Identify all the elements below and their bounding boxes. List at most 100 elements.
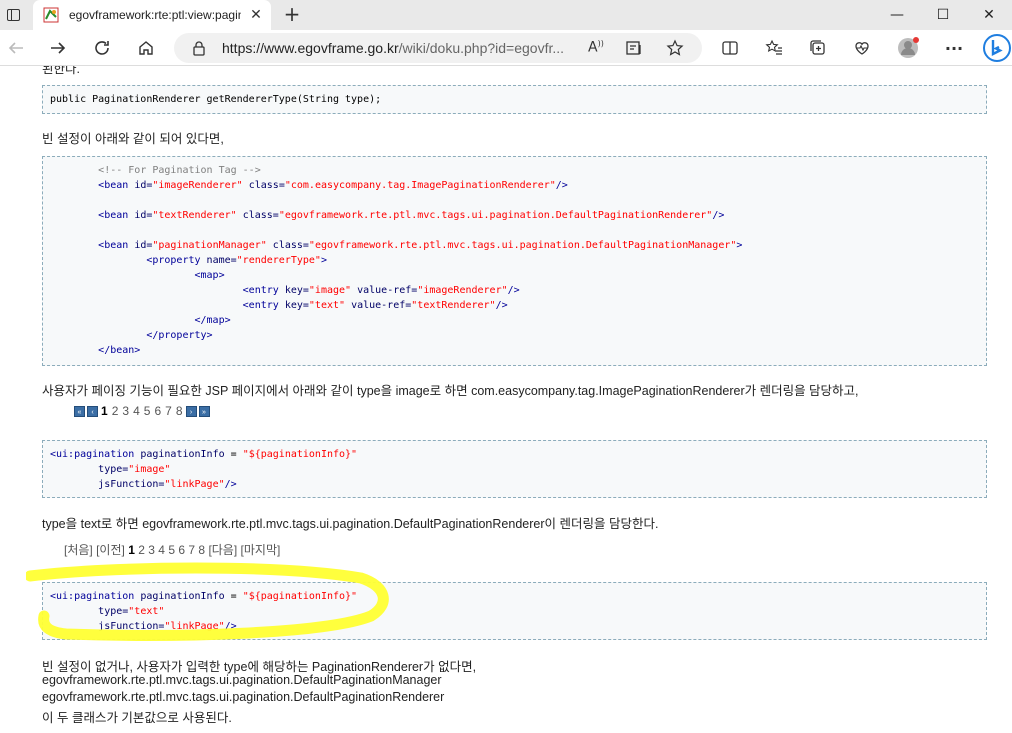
maximize-button[interactable]: ☐ [920, 0, 966, 30]
code-line: type="image" [50, 462, 979, 477]
code-string: "image" [128, 464, 171, 475]
code-eq: = [224, 449, 243, 460]
last-page-link[interactable]: [마지막] [241, 543, 281, 557]
first-page-button[interactable]: « [74, 405, 85, 417]
title-bar: egovframework:rte:ptl:view:pagin ✕ + — ☐… [0, 0, 1012, 30]
browser-tab[interactable]: egovframework:rte:ptl:view:pagin ✕ [33, 0, 271, 30]
page-link[interactable]: 8 [198, 543, 205, 557]
code-line: jsFunction="linkPage"/> [50, 477, 979, 492]
browser-essentials-icon[interactable] [848, 34, 876, 62]
prev-page-button[interactable]: ‹ [87, 405, 98, 417]
tab-title: egovframework:rte:ptl:view:pagin [69, 8, 241, 22]
code-attr: id= [134, 180, 153, 191]
code-tag: <ui:pagination [50, 591, 135, 602]
first-page-link[interactable]: [처음] [64, 543, 93, 557]
minimize-button[interactable]: — [874, 0, 920, 30]
new-tab-button[interactable]: + [280, 2, 304, 26]
profile-avatar[interactable] [894, 34, 922, 62]
page-link[interactable]: 2 [138, 543, 145, 557]
code-attr: jsFunction= [98, 479, 165, 490]
code-tag: /> [224, 479, 237, 490]
close-window-button[interactable]: ✕ [966, 0, 1012, 30]
favorite-star-icon[interactable] [666, 39, 684, 61]
code-attr: value-ref= [351, 300, 412, 311]
favorites-icon[interactable] [760, 34, 788, 62]
code-tag: <property [146, 255, 201, 266]
code-line: <!-- For Pagination Tag --> [50, 163, 979, 178]
site-favicon-icon [43, 7, 59, 23]
collections-icon[interactable] [804, 34, 832, 62]
paragraph-image-renderer: 사용자가 페이징 기능이 필요한 JSP 페이지에서 아래와 같이 type을 … [42, 384, 859, 398]
code-line: public PaginationRenderer getRendererTyp… [50, 94, 382, 105]
code-attr: jsFunction= [98, 621, 165, 632]
code-attr: class= [248, 180, 285, 191]
page-link[interactable]: 7 [165, 404, 172, 418]
code-line: <map> [50, 268, 979, 283]
code-block-image-pagination: <ui:pagination paginationInfo = "${pagin… [42, 440, 987, 498]
code-attr: class= [272, 240, 309, 251]
page-link[interactable]: 4 [158, 543, 165, 557]
page-link[interactable]: 4 [133, 404, 140, 418]
read-aloud-icon[interactable]: A)) [588, 39, 604, 56]
code-string: "linkPage" [164, 479, 225, 490]
code-tag: <bean [98, 210, 129, 221]
forward-icon[interactable] [44, 34, 72, 62]
tab-close-icon[interactable]: ✕ [247, 6, 265, 24]
code-string: "rendererType" [236, 255, 321, 266]
paragraph-default-line3: egovframework.rte.ptl.mvc.tags.ui.pagina… [42, 690, 445, 704]
home-icon[interactable] [132, 34, 160, 62]
code-tag: </map> [194, 315, 231, 326]
address-url[interactable]: https://www.egovframe.go.kr/wiki/doku.ph… [222, 40, 564, 56]
code-attr: paginationInfo [140, 449, 225, 460]
page-link[interactable]: 5 [168, 543, 175, 557]
code-block-text-pagination: <ui:pagination paginationInfo = "${pagin… [42, 582, 987, 640]
code-line: type="text" [50, 604, 979, 619]
bing-copilot-icon[interactable] [982, 32, 1012, 64]
last-page-button[interactable]: » [198, 405, 210, 417]
back-icon[interactable] [2, 34, 30, 62]
code-string: "${paginationInfo}" [242, 591, 358, 602]
lock-icon[interactable] [192, 40, 206, 60]
page-link[interactable]: 6 [178, 543, 185, 557]
page-link[interactable]: 8 [176, 404, 183, 418]
cut-off-text: 된한다. [42, 66, 80, 76]
refresh-icon[interactable] [88, 34, 116, 62]
code-line: <property name="rendererType"> [50, 253, 979, 268]
code-line: </map> [50, 313, 979, 328]
page-link[interactable]: 3 [122, 404, 129, 418]
page-link[interactable]: 3 [148, 543, 155, 557]
code-line: <ui:pagination paginationInfo = "${pagin… [50, 589, 979, 604]
code-string: "image" [308, 285, 352, 296]
code-tag: /> [555, 180, 568, 191]
more-menu-icon[interactable]: ··· [940, 34, 968, 62]
immersive-reader-icon[interactable] [626, 40, 644, 60]
current-page: 1 [128, 543, 135, 557]
code-string: "com.easycompany.tag.ImagePaginationRend… [284, 180, 556, 191]
code-tag: <ui:pagination [50, 449, 135, 460]
code-string: "text" [128, 606, 165, 617]
code-comment: <!-- For Pagination Tag --> [98, 165, 261, 176]
code-tag: <bean [98, 180, 129, 191]
address-bar[interactable]: https://www.egovframe.go.kr/wiki/doku.ph… [174, 33, 702, 63]
page-link[interactable]: 2 [112, 404, 119, 418]
paragraph-bean-config: 빈 설정이 아래와 같이 되어 있다면, [42, 132, 224, 146]
split-screen-icon[interactable] [716, 34, 744, 62]
code-tag: /> [712, 210, 725, 221]
code-tag: <entry [242, 285, 279, 296]
code-attr: class= [242, 210, 279, 221]
page-link[interactable]: 6 [154, 404, 161, 418]
paragraph-text-renderer: type을 text로 하면 egovframework.rte.ptl.mvc… [42, 517, 659, 531]
next-page-link[interactable]: [다음] [208, 543, 237, 557]
image-pagination: « ‹ 1 2 3 4 5 6 7 8 › » [74, 404, 210, 418]
prev-page-link[interactable]: [이전] [96, 543, 125, 557]
text-pagination: [처음] [이전] 1 2 3 4 5 6 7 8 [다음] [마지막] [64, 541, 280, 558]
next-page-button[interactable]: › [185, 405, 197, 417]
code-line: </property> [50, 328, 979, 343]
code-string: "paginationManager" [152, 240, 267, 251]
code-string: "${paginationInfo}" [242, 449, 358, 460]
code-attr: id= [134, 240, 153, 251]
page-link[interactable]: 7 [188, 543, 195, 557]
sidebar-toggle-icon[interactable] [2, 4, 24, 26]
page-link[interactable]: 5 [144, 404, 151, 418]
